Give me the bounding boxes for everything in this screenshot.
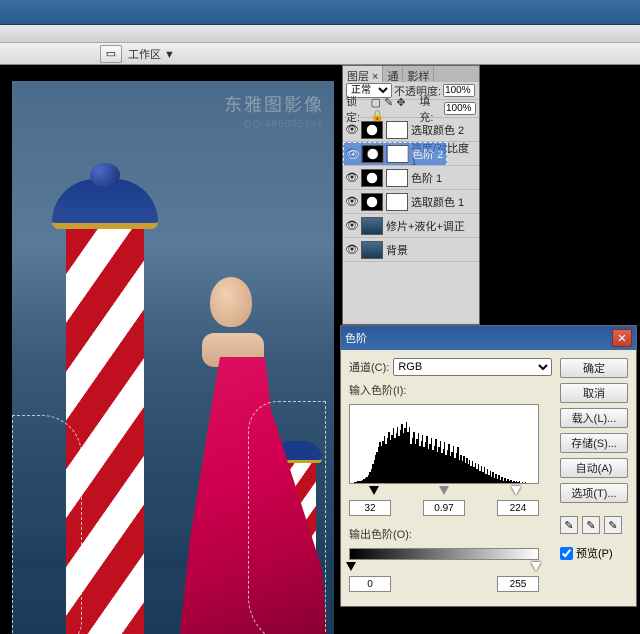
input-levels-label: 输入色阶(I): [349, 382, 406, 398]
mask-thumb [387, 145, 409, 163]
dialog-title: 色阶 [345, 330, 367, 346]
preview-checkbox[interactable] [560, 547, 573, 560]
dialog-buttons: 确定 取消 载入(L)... 存储(S)... 自动(A) 选项(T)... ✎… [560, 358, 628, 602]
layer-row[interactable]: 👁 选取颜色 2 [343, 118, 479, 142]
document-photo[interactable]: 东雅图影像 QQ:498005146 [12, 81, 334, 634]
screen-icon: ▭ [106, 47, 116, 60]
out-black-slider[interactable] [346, 562, 356, 571]
layer-name: 选取颜色 2 [411, 122, 464, 138]
output-values [349, 576, 539, 592]
tool-button[interactable]: ▭ [100, 45, 122, 63]
close-button[interactable]: ✕ [612, 329, 632, 347]
layer-row[interactable]: 👁 背景 [343, 238, 479, 262]
gamma-slider[interactable] [439, 486, 449, 495]
black-point-slider[interactable] [369, 486, 379, 495]
visibility-icon[interactable]: 👁 [346, 172, 358, 184]
layer-thumb [361, 193, 383, 211]
output-levels-label: 输出色阶(O): [349, 526, 412, 542]
output-white[interactable] [497, 576, 539, 592]
layer-thumb [361, 241, 383, 259]
eyedropper-group: ✎ ✎ ✎ [560, 516, 628, 534]
load-button[interactable]: 载入(L)... [560, 408, 628, 428]
layer-name: 背景 [386, 242, 408, 258]
dialog-main: 通道(C): RGB 输入色阶(I): [349, 358, 552, 602]
selection-marquee-right [248, 401, 326, 634]
mask-thumb [386, 121, 408, 139]
tab-channels[interactable]: 通 [383, 66, 403, 82]
layer-row[interactable]: 👁 色阶 2 [343, 142, 447, 166]
output-gradient [349, 548, 539, 560]
layer-row[interactable]: 👁 修片+液化+调正 [343, 214, 479, 238]
layer-thumb [361, 121, 383, 139]
input-white[interactable] [497, 500, 539, 516]
output-black[interactable] [349, 576, 391, 592]
watermark-main: 东雅图影像 [224, 91, 324, 117]
selection-marquee-left [12, 415, 82, 634]
watermark-sub: QQ:498005146 [244, 119, 324, 130]
input-values [349, 500, 539, 516]
out-white-slider[interactable] [531, 562, 541, 571]
layer-thumb [362, 145, 384, 163]
layer-name: 色阶 1 [411, 170, 442, 186]
panel-tabs: 图层 × 通 影样 [343, 66, 479, 82]
visibility-icon[interactable]: 👁 [346, 124, 358, 136]
histogram-bars [350, 405, 538, 483]
input-gamma[interactable] [423, 500, 465, 516]
input-slider-track[interactable] [349, 486, 539, 498]
options-button[interactable]: 选项(T)... [560, 483, 628, 503]
fill-label: 填充: [419, 93, 442, 125]
eyedropper-gray-icon[interactable]: ✎ [582, 516, 600, 534]
lock-row: 锁定: ▢ ✎ ✥ 🔒 填充: [343, 100, 479, 118]
layer-thumb [361, 169, 383, 187]
cancel-button[interactable]: 取消 [560, 383, 628, 403]
mask-thumb [386, 169, 408, 187]
canvas-area: 东雅图影像 QQ:498005146 图层 × 通 影样 正常 不透明度: 锁定… [0, 65, 640, 634]
ok-button[interactable]: 确定 [560, 358, 628, 378]
options-toolbar: ▭ 工作区 ▼ [0, 43, 640, 65]
white-point-slider[interactable] [511, 486, 521, 495]
channel-row: 通道(C): RGB [349, 358, 552, 376]
preview-label: 预览(P) [576, 545, 613, 561]
visibility-icon[interactable]: 👁 [346, 244, 358, 256]
layer-thumb [361, 217, 383, 235]
layers-panel[interactable]: 图层 × 通 影样 正常 不透明度: 锁定: ▢ ✎ ✥ 🔒 填充: 👁选取颜色… [342, 65, 480, 325]
tab-paths[interactable]: 影样 [403, 66, 434, 82]
close-icon: ✕ [617, 332, 626, 345]
workspace-label[interactable]: 工作区 ▼ [128, 46, 175, 62]
photo-head [210, 277, 252, 327]
tab-layers[interactable]: 图层 × [343, 66, 383, 82]
visibility-icon[interactable]: 👁 [346, 220, 358, 232]
visibility-icon[interactable]: 👁 [346, 196, 358, 208]
visibility-icon[interactable]: 👁 [347, 148, 359, 160]
output-slider-track[interactable] [349, 562, 539, 574]
photo-pole-ball [90, 163, 120, 187]
eyedropper-white-icon[interactable]: ✎ [604, 516, 622, 534]
save-button[interactable]: 存储(S)... [560, 433, 628, 453]
preview-checkbox-row[interactable]: 预览(P) [560, 545, 628, 561]
layers-list: 👁选取颜色 2👁色阶 2👁亮度/对比度 1👁色阶 1👁选取颜色 1👁修片+液化+… [343, 118, 479, 308]
layer-row[interactable]: 👁 色阶 1 [343, 166, 479, 190]
dialog-body: 通道(C): RGB 输入色阶(I): [341, 350, 636, 610]
layer-row[interactable]: 👁 选取颜色 1 [343, 190, 479, 214]
histogram [349, 404, 539, 484]
layer-name: 修片+液化+调正 [386, 218, 465, 234]
input-label-row: 输入色阶(I): [349, 382, 552, 398]
channel-label: 通道(C): [349, 359, 389, 375]
fill-input[interactable] [444, 102, 476, 115]
window-titlebar [0, 0, 640, 25]
menubar[interactable] [0, 25, 640, 43]
levels-dialog[interactable]: 色阶 ✕ 通道(C): RGB 输入色阶(I): [340, 325, 637, 607]
auto-button[interactable]: 自动(A) [560, 458, 628, 478]
output-label-row: 输出色阶(O): [349, 526, 552, 542]
eyedropper-black-icon[interactable]: ✎ [560, 516, 578, 534]
channel-select[interactable]: RGB [393, 358, 552, 376]
input-black[interactable] [349, 500, 391, 516]
layer-name: 色阶 2 [412, 146, 443, 162]
mask-thumb [386, 193, 408, 211]
opacity-input[interactable] [443, 84, 475, 97]
layer-name: 选取颜色 1 [411, 194, 464, 210]
lock-icons[interactable]: ▢ ✎ ✥ 🔒 [371, 96, 418, 122]
dialog-titlebar[interactable]: 色阶 ✕ [341, 326, 636, 350]
